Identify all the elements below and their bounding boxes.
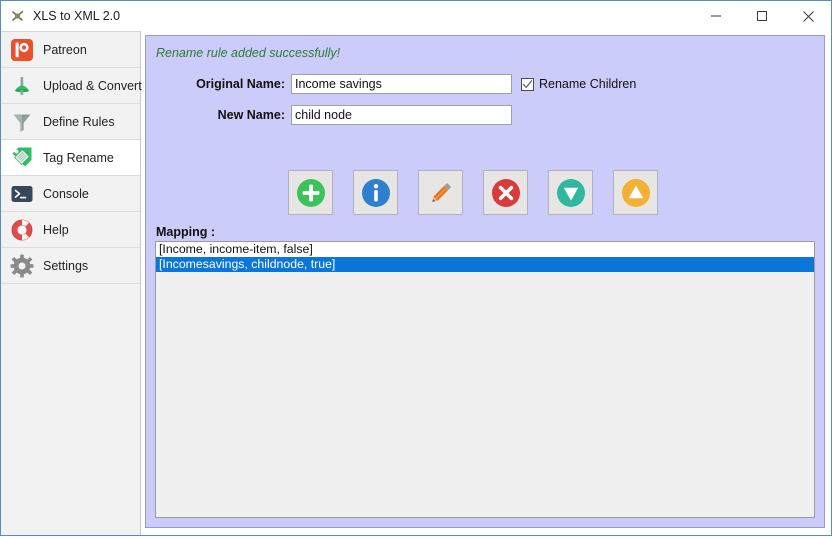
delete-button[interactable] <box>483 170 528 215</box>
sidebar-item-label: Help <box>43 222 69 237</box>
list-item[interactable]: [Income, income-item, false] <box>156 242 814 257</box>
rename-children-checkbox[interactable]: Rename Children <box>521 77 636 91</box>
info-button[interactable] <box>353 170 398 215</box>
sidebar-item-label: Tag Rename <box>43 150 114 165</box>
move-up-button[interactable] <box>613 170 658 215</box>
status-message: Rename rule added successfully! <box>156 46 341 60</box>
sidebar: Patreon Upload & Convert Define Rules Ta… <box>1 31 142 535</box>
sidebar-item-settings[interactable]: Settings <box>1 248 140 284</box>
app-icon <box>10 8 26 24</box>
window-controls <box>693 1 831 31</box>
terminal-icon <box>9 181 35 207</box>
rule-toolbar <box>288 170 658 215</box>
checkbox-box[interactable] <box>521 77 534 91</box>
sidebar-item-upload-convert[interactable]: Upload & Convert <box>1 68 142 104</box>
sidebar-filler <box>1 284 140 535</box>
mapping-label: Mapping : <box>156 225 216 239</box>
sidebar-item-label: Console <box>43 186 89 201</box>
minimize-button[interactable] <box>693 1 739 31</box>
main-content: Rename rule added successfully! Original… <box>141 31 831 535</box>
move-down-button[interactable] <box>548 170 593 215</box>
new-name-input[interactable] <box>291 105 512 125</box>
sidebar-item-tag-rename[interactable]: Tag Rename <box>1 140 140 176</box>
sidebar-item-label: Upload & Convert <box>43 78 142 93</box>
sidebar-item-define-rules[interactable]: Define Rules <box>1 104 140 140</box>
sidebar-item-label: Define Rules <box>43 114 115 129</box>
upload-funnel-icon <box>9 73 35 99</box>
rename-children-label: Rename Children <box>539 77 637 91</box>
mapping-listbox[interactable]: [Income, income-item, false] [Incomesavi… <box>155 241 815 518</box>
tag-rename-panel: Rename rule added successfully! Original… <box>145 35 825 528</box>
close-button[interactable] <box>785 1 831 31</box>
funnel-icon <box>9 109 35 135</box>
sidebar-item-console[interactable]: Console <box>1 176 140 212</box>
list-item[interactable]: [Incomesavings, childnode, true] <box>156 257 814 272</box>
lifebuoy-icon <box>9 217 35 243</box>
add-button[interactable] <box>288 170 333 215</box>
gear-icon <box>9 253 35 279</box>
title-bar: XLS to XML 2.0 <box>1 1 831 31</box>
sidebar-item-label: Patreon <box>43 42 87 57</box>
new-name-label: New Name: <box>217 108 285 122</box>
patreon-icon <box>9 37 35 63</box>
window-title: XLS to XML 2.0 <box>33 9 121 23</box>
original-name-row: Original Name: Rename Children <box>146 74 824 94</box>
app-window: XLS to XML 2.0 Patreon Upload & Convert … <box>0 0 832 536</box>
window-body: Patreon Upload & Convert Define Rules Ta… <box>1 31 831 535</box>
title-bar-left: XLS to XML 2.0 <box>1 8 120 24</box>
sidebar-item-help[interactable]: Help <box>1 212 140 248</box>
tag-icon <box>9 145 35 171</box>
edit-button[interactable] <box>418 170 463 215</box>
maximize-button[interactable] <box>739 1 785 31</box>
sidebar-item-label: Settings <box>43 258 89 273</box>
new-name-row: New Name: <box>146 105 824 125</box>
listbox-empty-area <box>156 272 814 517</box>
original-name-input[interactable] <box>291 74 512 94</box>
sidebar-item-patreon[interactable]: Patreon <box>1 32 140 68</box>
original-name-label: Original Name: <box>196 77 285 91</box>
